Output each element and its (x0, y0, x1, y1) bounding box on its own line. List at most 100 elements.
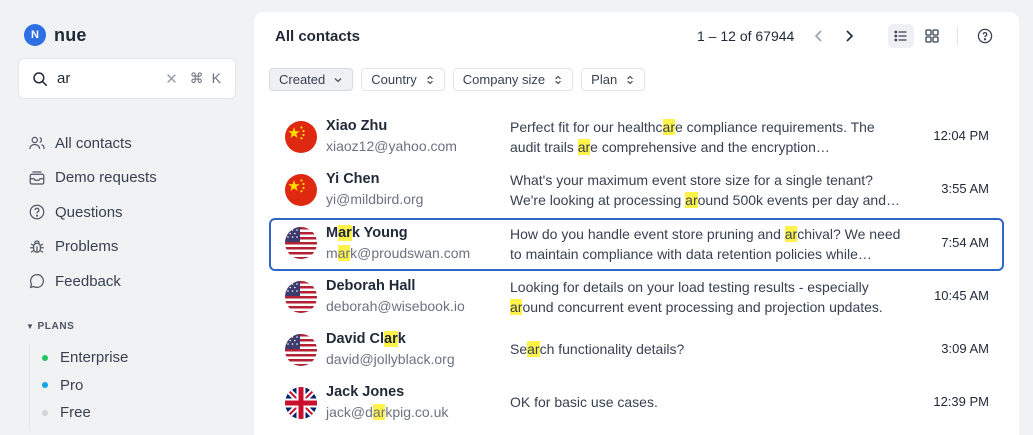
contact-message: OK for basic use cases. (510, 394, 658, 411)
contact-identity: David Clark david@jollyblack.org (326, 330, 455, 369)
grid-view-button[interactable] (919, 24, 945, 48)
contact-name: Yi Chen (326, 171, 380, 188)
sidebar-item-problems[interactable]: Problems (28, 230, 157, 265)
contact-message: Looking for details on your load testing… (510, 278, 883, 315)
country-flag-icon (285, 387, 317, 420)
contact-time: 12:39 PM (933, 394, 989, 410)
plans-toggle[interactable]: ▼ PLANS (26, 321, 74, 332)
contact-email: jack@darkpig.co.uk (326, 404, 449, 421)
contact-row[interactable]: Mark Young mark@proudswan.com How do you h… (269, 217, 1004, 271)
plans-list: Enterprise Pro Free (29, 344, 128, 427)
pagination-text: 1 – 12 of 67944 (697, 28, 795, 44)
chevron-left-icon (814, 30, 822, 42)
country-flag-icon (285, 227, 317, 260)
clear-search-icon[interactable]: ✕ (165, 70, 178, 88)
filter-country[interactable]: Country (361, 68, 445, 91)
contact-name: Xiao Zhu (326, 118, 388, 134)
sidebar-item-feedback[interactable]: Feedback (28, 264, 157, 299)
chevron-right-icon (846, 30, 854, 42)
list-icon (894, 30, 907, 42)
contact-name: Jack Jones (326, 384, 405, 401)
search-highlight: ar (577, 139, 591, 155)
sidebar-nav: All contacts Demo requests Questions Pro… (28, 126, 157, 299)
prev-page-button[interactable] (806, 24, 832, 48)
contact-message: Search functionality details? (510, 341, 685, 358)
logo-mark: N (24, 24, 46, 46)
contact-message: Perfect fit for our healthcare complianc… (510, 119, 875, 155)
contact-row[interactable]: Xiao Zhu xiaoz12@yahoo.com Perfect fit for… (269, 110, 1004, 163)
filter-bar: Created Country Company size Plan (269, 68, 646, 91)
plan-item-enterprise[interactable]: Enterprise (42, 344, 128, 372)
contact-time: 3:09 AM (941, 341, 989, 357)
contact-identity: Deborah Hall deborah@wisebook.io (326, 277, 465, 316)
filter-label: Plan (591, 72, 618, 87)
search-input[interactable]: ar (57, 70, 165, 87)
search-highlight: ar (384, 331, 398, 348)
country-flag-icon (285, 120, 317, 153)
contact-time: 3:55 AM (941, 181, 989, 197)
question-icon (29, 204, 45, 220)
filter-company-size[interactable]: Company size (452, 68, 574, 91)
plan-item-pro[interactable]: Pro (42, 372, 128, 400)
help-button[interactable] (972, 24, 998, 48)
contact-time: 7:54 AM (941, 234, 989, 250)
contact-identity: Yi Chen yi@mildbird.org (326, 170, 423, 209)
sidebar-item-all-contacts[interactable]: All contacts (28, 126, 157, 161)
sort-icon (627, 75, 634, 84)
search-icon (33, 71, 48, 86)
contact-message: What's your maximum event store size for… (510, 172, 900, 209)
contact-name: David Clark (326, 331, 406, 348)
plan-label: Enterprise (60, 349, 129, 367)
next-page-button[interactable] (836, 24, 862, 48)
filter-created[interactable]: Created (269, 68, 354, 91)
search-highlight: ar (510, 298, 523, 315)
contact-time: 12:04 PM (933, 128, 989, 143)
search-highlight: ar (685, 192, 698, 209)
search-box[interactable]: ar ✕ ⌘ K (18, 58, 236, 99)
header-divider (957, 26, 958, 46)
contact-row[interactable]: Deborah Hall deborah@wisebook.io Looking f… (269, 270, 1004, 323)
contact-row[interactable]: Jack Jones jack@darkpig.co.uk OK for basic… (269, 376, 1004, 429)
filter-label: Company size (462, 72, 546, 87)
page-title: All contacts (275, 28, 361, 45)
country-flag-icon (285, 173, 317, 206)
bug-icon (30, 240, 44, 253)
filter-plan[interactable]: Plan (581, 68, 646, 91)
contact-name: Deborah Hall (326, 277, 416, 294)
app-logo[interactable]: N nue (24, 24, 87, 46)
sidebar: N nue ar ✕ ⌘ K All contacts Demo request… (0, 0, 254, 435)
contact-list: Xiao Zhu xiaoz12@yahoo.com Perfect fit for… (269, 110, 1004, 430)
main-panel: All contacts 1 – 12 of 67944 Created Cou… (254, 12, 1019, 435)
plan-label: Pro (60, 376, 84, 394)
contact-message: How do you handle event store pruning an… (510, 225, 901, 262)
country-flag-icon (285, 280, 317, 313)
plans-heading: PLANS (37, 321, 75, 332)
sidebar-item-label: Problems (55, 238, 119, 256)
contact-time: 10:45 AM (934, 287, 989, 303)
sidebar-item-questions[interactable]: Questions (28, 195, 157, 230)
search-highlight: ar (662, 119, 675, 135)
search-shortcut: ⌘ K (189, 70, 223, 86)
contact-row[interactable]: Yi Chen yi@mildbird.org What's your maximu… (269, 163, 1004, 216)
help-icon (977, 28, 993, 44)
plan-item-free[interactable]: Free (42, 399, 128, 427)
sort-icon (426, 75, 433, 84)
contact-row[interactable]: David Clark david@jollyblack.org Search fu… (269, 323, 1004, 376)
filter-label: Created (279, 72, 326, 87)
country-flag-icon (285, 333, 317, 366)
sidebar-item-label: All contacts (55, 134, 132, 152)
contact-identity: Jack Jones jack@darkpig.co.uk (326, 383, 448, 422)
contact-identity: Xiao Zhu xiaoz12@yahoo.com (326, 117, 457, 156)
grid-icon (925, 29, 939, 43)
sidebar-item-label: Questions (55, 203, 123, 221)
contact-email: yi@mildbird.org (326, 191, 424, 208)
sidebar-item-label: Feedback (55, 272, 121, 290)
sidebar-item-demo-requests[interactable]: Demo requests (28, 161, 157, 196)
plan-dot (42, 354, 48, 361)
list-view-button[interactable] (888, 24, 914, 48)
contact-email: mark@proudswan.com (326, 244, 471, 261)
chat-icon (29, 274, 44, 289)
search-highlight: ar (338, 224, 352, 241)
sidebar-item-label: Demo requests (55, 169, 157, 187)
search-highlight: ar (784, 225, 798, 242)
